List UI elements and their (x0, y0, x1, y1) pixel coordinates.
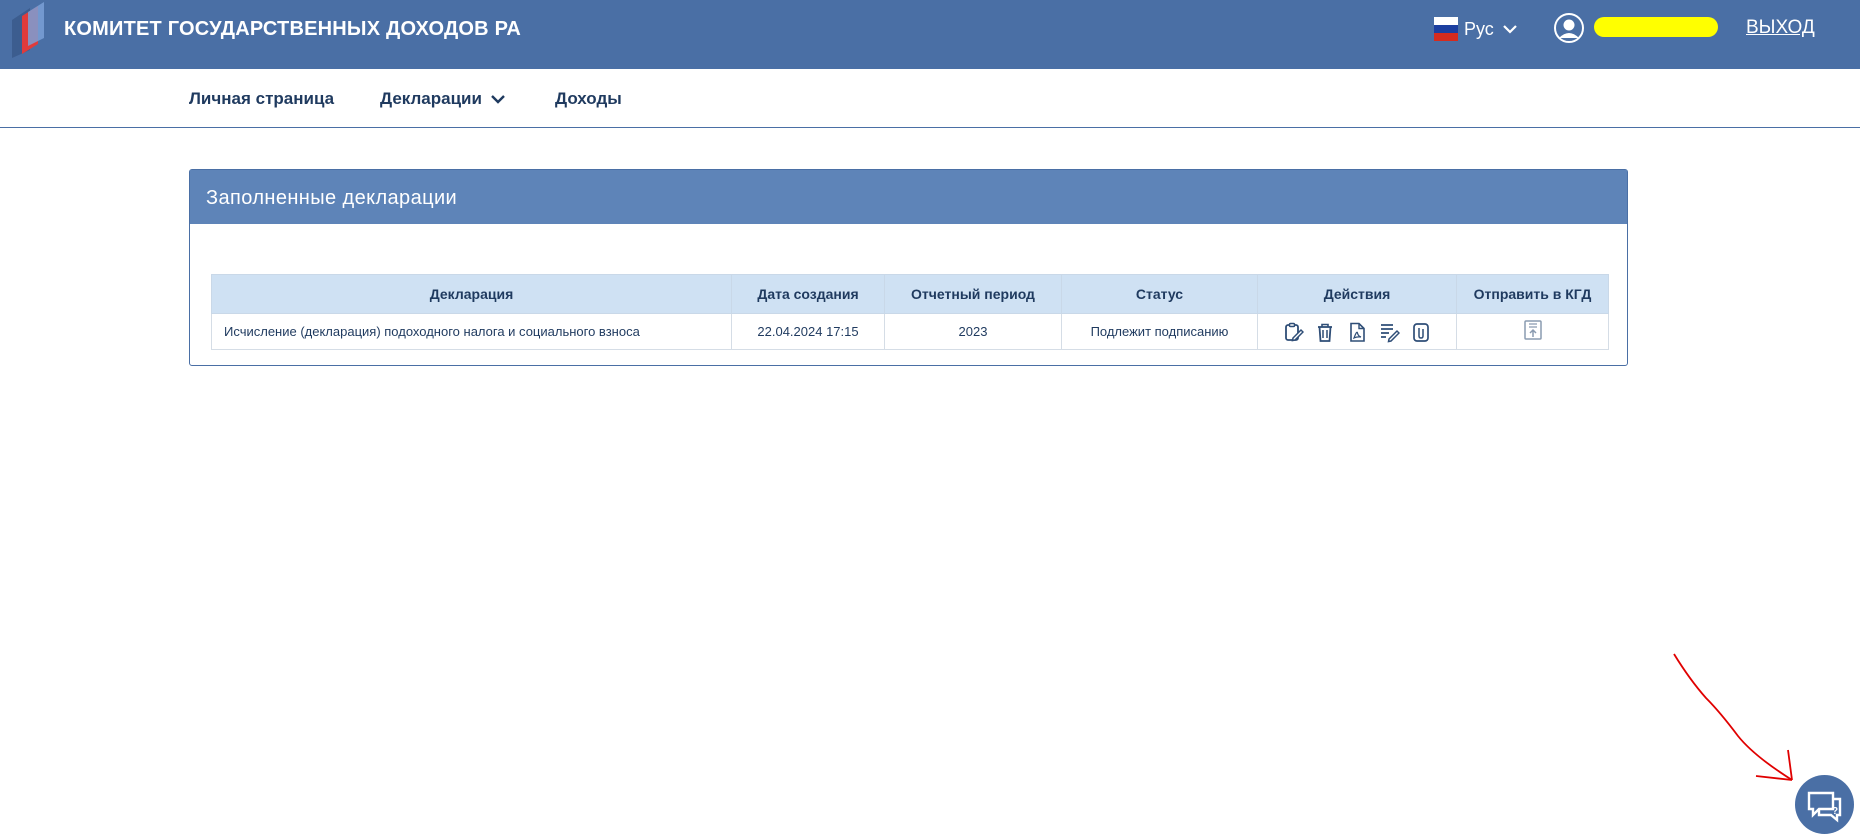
filled-declarations-panel: Заполненные декларации Декларация Дата с… (189, 169, 1628, 366)
column-header-created: Дата создания (731, 274, 885, 314)
logout-link[interactable]: ВЫХОД (1746, 17, 1815, 39)
nav-item-label: Декларации (380, 89, 482, 108)
column-header-declaration: Декларация (211, 274, 732, 314)
main-nav: Личная страница Декларации Доходы (0, 69, 1860, 128)
send-document-icon[interactable] (1522, 319, 1544, 341)
chevron-down-icon (1503, 25, 1517, 34)
nav-item-declarations[interactable]: Декларации (380, 89, 506, 109)
panel-title: Заполненные декларации (190, 170, 1627, 224)
user-name-redacted (1594, 17, 1718, 37)
user-avatar-icon[interactable] (1553, 12, 1585, 44)
site-title: КОМИТЕТ ГОСУДАРСТВЕННЫХ ДОХОДОВ РА (64, 18, 521, 40)
annotation-arrow (1673, 653, 1793, 781)
column-header-send: Отправить в КГД (1456, 274, 1609, 314)
nav-item-label: Доходы (555, 89, 622, 108)
status-text: Подлежит подписанию (1061, 313, 1258, 350)
pdf-icon[interactable] (1346, 321, 1368, 343)
column-header-period: Отчетный период (884, 274, 1062, 314)
nav-item-label: Личная страница (189, 89, 335, 108)
declaration-name[interactable]: Исчисление (декларация) подоходного нало… (211, 313, 732, 350)
top-header: КОМИТЕТ ГОСУДАРСТВЕННЫХ ДОХОДОВ РА Рус В… (0, 0, 1860, 69)
declarations-table: Декларация Дата создания Отчетный период… (211, 274, 1609, 350)
report-period: 2023 (884, 313, 1062, 350)
send-cell (1456, 313, 1609, 350)
table-header-row: Декларация Дата создания Отчетный период… (211, 274, 1609, 314)
kgd-logo (12, 2, 44, 58)
language-selector[interactable]: Рус (1434, 15, 1518, 43)
chat-help-button[interactable]: ? (1795, 775, 1854, 834)
created-date: 22.04.2024 17:15 (731, 313, 885, 350)
sign-icon[interactable] (1378, 321, 1400, 343)
table-row: Исчисление (декларация) подоходного нало… (211, 313, 1609, 350)
column-header-status: Статус (1061, 274, 1258, 314)
language-label: Рус (1464, 18, 1494, 39)
chat-help-icon: ? (1807, 791, 1842, 823)
trash-icon[interactable] (1314, 321, 1336, 343)
actions-cell (1257, 313, 1457, 350)
nav-item-personal-page[interactable]: Личная страница (189, 89, 334, 109)
nav-item-income[interactable]: Доходы (555, 89, 622, 109)
column-header-actions: Действия (1257, 274, 1457, 314)
svg-text:?: ? (1832, 806, 1838, 817)
edit-icon[interactable] (1282, 321, 1304, 343)
attach-icon[interactable] (1410, 321, 1432, 343)
chevron-down-icon (491, 95, 505, 104)
russian-flag-icon (1434, 17, 1458, 41)
